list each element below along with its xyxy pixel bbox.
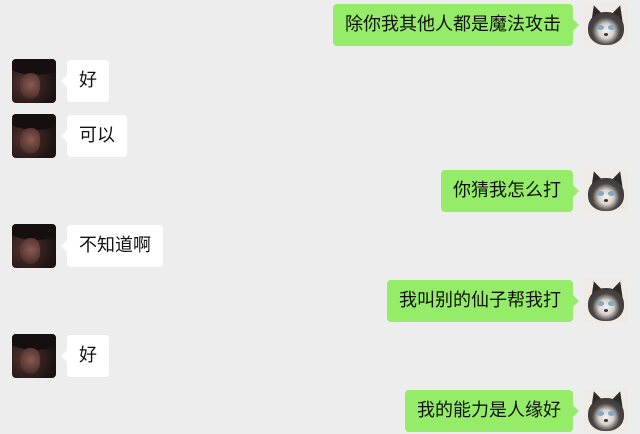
girl-avatar[interactable] — [12, 59, 56, 103]
received-message-bubble[interactable]: 好 — [61, 335, 109, 377]
cat-nose-icon — [604, 309, 608, 312]
cat-avatar[interactable] — [584, 279, 628, 323]
received-message-bubble[interactable]: 好 — [61, 60, 109, 102]
message-row: 好 — [0, 334, 640, 378]
face-icon — [20, 128, 40, 154]
cat-eye-icon — [597, 25, 604, 30]
cat-avatar[interactable] — [584, 389, 628, 433]
message-row: 除你我其他人都是魔法攻击 — [0, 3, 640, 47]
message-row: 我的能力是人缘好 — [0, 389, 640, 433]
cat-eye-icon — [608, 191, 615, 196]
cat-avatar[interactable] — [584, 169, 628, 213]
cat-eye-icon — [597, 411, 604, 416]
cat-face-icon — [588, 288, 624, 321]
message-row: 你猜我怎么打 — [0, 169, 640, 213]
girl-avatar[interactable] — [12, 224, 56, 268]
message-row: 可以 — [0, 114, 640, 158]
cat-eye-icon — [597, 191, 604, 196]
cat-face-icon — [588, 398, 624, 431]
sent-message-bubble[interactable]: 我叫别的仙子帮我打 — [387, 280, 579, 322]
cat-eye-icon — [608, 411, 615, 416]
cat-eye-icon — [608, 301, 615, 306]
sent-message-bubble[interactable]: 你猜我怎么打 — [441, 170, 579, 212]
message-row: 我叫别的仙子帮我打 — [0, 279, 640, 323]
sent-message-bubble[interactable]: 除你我其他人都是魔法攻击 — [333, 4, 579, 46]
face-icon — [20, 348, 40, 374]
received-message-bubble[interactable]: 可以 — [61, 115, 127, 157]
face-icon — [20, 73, 40, 99]
received-message-bubble[interactable]: 不知道啊 — [61, 225, 163, 267]
cat-nose-icon — [604, 199, 608, 202]
cat-eye-icon — [608, 25, 615, 30]
cat-avatar[interactable] — [584, 3, 628, 47]
message-row: 好 — [0, 59, 640, 103]
message-row: 不知道啊 — [0, 224, 640, 268]
girl-avatar[interactable] — [12, 334, 56, 378]
girl-avatar[interactable] — [12, 114, 56, 158]
cat-eye-icon — [597, 301, 604, 306]
face-icon — [20, 238, 40, 264]
cat-nose-icon — [604, 33, 608, 36]
cat-nose-icon — [604, 419, 608, 422]
cat-face-icon — [588, 12, 624, 45]
cat-face-icon — [588, 178, 624, 211]
sent-message-bubble[interactable]: 我的能力是人缘好 — [405, 390, 579, 432]
